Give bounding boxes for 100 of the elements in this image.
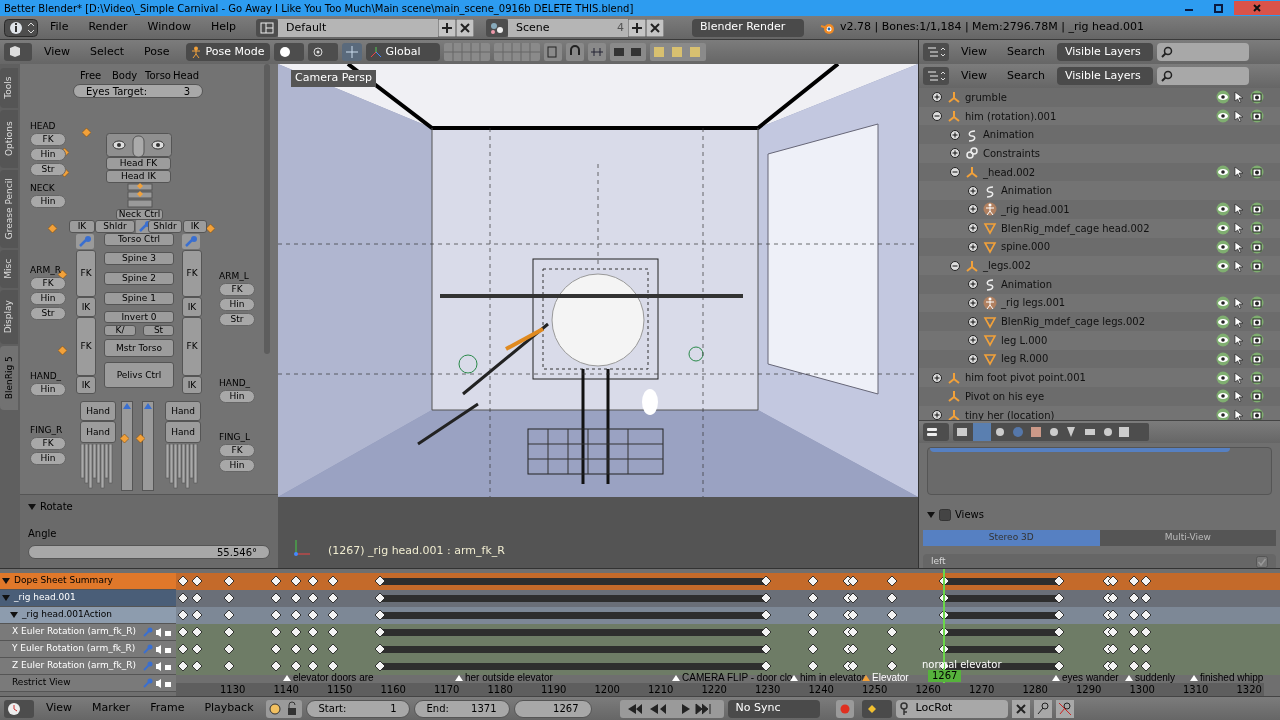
menu-button[interactable]: File bbox=[42, 19, 77, 36]
eye-icon[interactable] bbox=[1216, 258, 1230, 273]
rig-control-button[interactable]: Hand bbox=[165, 421, 201, 443]
scene-field[interactable]: Scene bbox=[508, 18, 607, 37]
camera-icon[interactable] bbox=[1250, 221, 1264, 236]
angle-field[interactable]: 55.546° bbox=[28, 545, 270, 559]
camera-icon[interactable] bbox=[1250, 239, 1264, 254]
range-lock-icon[interactable] bbox=[265, 699, 302, 718]
rig-toggle-button[interactable]: Hin bbox=[219, 459, 255, 472]
eye-icon[interactable] bbox=[1216, 333, 1230, 348]
keyframe-type-icon[interactable] bbox=[861, 699, 892, 718]
outliner-editor-icon[interactable] bbox=[923, 43, 949, 61]
rig-control-button[interactable]: Head IK bbox=[106, 170, 171, 183]
expand-icon[interactable] bbox=[967, 222, 979, 235]
mode-dropdown[interactable]: Pose Mode bbox=[185, 43, 270, 61]
panel-tab[interactable]: Misc bbox=[0, 250, 18, 288]
eye-icon[interactable] bbox=[1216, 239, 1230, 254]
outliner-item[interactable]: Animation bbox=[983, 127, 1280, 143]
outliner-item[interactable]: Animation bbox=[1001, 276, 1280, 292]
info-editor-icon[interactable] bbox=[4, 18, 38, 37]
panel-tab[interactable]: Tools bbox=[0, 68, 18, 108]
close-icon[interactable] bbox=[456, 18, 475, 37]
disclosure-triangle-icon[interactable] bbox=[10, 611, 18, 619]
add-icon[interactable] bbox=[438, 18, 457, 37]
rig-control-button[interactable]: Torso Ctrl bbox=[104, 233, 174, 246]
add-icon[interactable] bbox=[628, 18, 647, 37]
frame-field[interactable]: Start: 1 bbox=[305, 699, 410, 718]
cursor-icon[interactable] bbox=[1234, 352, 1244, 365]
rig-toggle-button[interactable]: Hin bbox=[30, 292, 66, 305]
keying-set-field[interactable]: LocRot bbox=[895, 699, 1008, 718]
channel-row[interactable]: Y Euler Rotation (arm_fk_R) bbox=[0, 641, 176, 658]
expand-icon[interactable] bbox=[949, 147, 961, 160]
shading-icon[interactable] bbox=[273, 43, 304, 61]
menu-button[interactable]: Marker bbox=[84, 700, 139, 717]
menu-button[interactable]: Window bbox=[139, 19, 199, 36]
rig-toggle-button[interactable]: FK bbox=[30, 437, 66, 450]
collapse-icon[interactable] bbox=[949, 166, 961, 179]
eye-icon[interactable] bbox=[1216, 165, 1230, 180]
rig-tab[interactable]: Torso bbox=[145, 68, 171, 83]
disclosure-triangle-icon[interactable] bbox=[2, 594, 10, 602]
expand-icon[interactable] bbox=[967, 352, 979, 365]
menu-button[interactable]: Help bbox=[202, 19, 245, 36]
cursor-icon[interactable] bbox=[1234, 110, 1244, 123]
eye-icon[interactable] bbox=[1216, 408, 1230, 420]
collapse-icon[interactable] bbox=[931, 110, 943, 123]
cursor-icon[interactable] bbox=[1234, 390, 1244, 403]
outliner-editor-icon[interactable] bbox=[923, 67, 949, 85]
timeline-editor-icon[interactable] bbox=[4, 699, 34, 718]
rig-control-button[interactable]: Shldr bbox=[95, 220, 135, 233]
menu-button[interactable]: Pose bbox=[136, 43, 178, 61]
expand-icon[interactable] bbox=[967, 315, 979, 328]
outliner-item[interactable]: spine.000 bbox=[1001, 239, 1216, 255]
rig-toggle-button[interactable]: Hin bbox=[219, 298, 255, 311]
rig-control-button[interactable]: Spine 3 bbox=[104, 252, 174, 265]
rig-control-button[interactable]: Mstr Torso bbox=[104, 339, 174, 357]
view-format-tab[interactable]: Multi-View bbox=[1099, 530, 1276, 546]
rig-tab[interactable]: Free bbox=[80, 68, 102, 83]
channel-row[interactable]: _rig head.001Action bbox=[0, 607, 176, 624]
close-icon[interactable] bbox=[646, 18, 665, 37]
expand-icon[interactable] bbox=[967, 296, 979, 309]
filter-dropdown[interactable]: Visible Layers bbox=[1056, 67, 1153, 85]
rig-toggle-button[interactable]: FK bbox=[219, 444, 255, 457]
rig-control-button[interactable]: FK bbox=[76, 250, 96, 297]
pivot-icon[interactable] bbox=[307, 43, 338, 61]
menu-button[interactable]: View bbox=[953, 67, 996, 85]
orientation-dropdown[interactable]: Global bbox=[365, 43, 440, 61]
eye-icon[interactable] bbox=[1216, 90, 1230, 105]
eye-icon[interactable] bbox=[1216, 109, 1230, 124]
rig-control-button[interactable]: IK bbox=[182, 376, 202, 394]
cursor-icon[interactable] bbox=[1234, 203, 1244, 216]
expand-icon[interactable] bbox=[967, 278, 979, 291]
camera-icon[interactable] bbox=[1250, 389, 1264, 404]
rig-control-button[interactable]: Head FK bbox=[106, 157, 171, 170]
camera-icon[interactable] bbox=[1250, 90, 1264, 105]
rig-control-button[interactable]: Spine 1 bbox=[104, 292, 174, 305]
camera-icon[interactable] bbox=[1250, 408, 1264, 420]
rig-toggle-button[interactable]: FK bbox=[30, 133, 66, 146]
rig-control-button[interactable]: Neck Ctrl bbox=[116, 209, 163, 220]
rig-control-button[interactable]: IK bbox=[69, 220, 95, 233]
outliner-item[interactable]: leg R.000 bbox=[1001, 351, 1216, 367]
cursor-icon[interactable] bbox=[1234, 166, 1244, 179]
rig-control-button[interactable]: FK bbox=[182, 250, 202, 297]
render-engine-dropdown[interactable]: Blender Render bbox=[692, 18, 805, 37]
expand-icon[interactable] bbox=[931, 409, 943, 420]
rig-toggle-button[interactable]: Hin bbox=[30, 452, 66, 465]
channel-toggles-icon[interactable] bbox=[142, 660, 172, 672]
rig-control-button[interactable]: Pelivs Ctrl bbox=[104, 362, 174, 388]
outliner-item[interactable]: BlenRig_mdef_cage legs.002 bbox=[1001, 314, 1216, 330]
editor-type-icon[interactable] bbox=[4, 43, 32, 61]
expand-icon[interactable] bbox=[967, 334, 979, 347]
snap-icon[interactable] bbox=[587, 43, 606, 61]
disclosure-triangle-icon[interactable] bbox=[2, 577, 10, 585]
channel-row[interactable]: Restrict View bbox=[0, 675, 176, 692]
eye-icon[interactable] bbox=[1216, 314, 1230, 329]
frame-field[interactable]: End: 1371 bbox=[413, 699, 510, 718]
menu-button[interactable]: View bbox=[38, 700, 81, 717]
channel-row[interactable]: _rig head.001 bbox=[0, 590, 176, 607]
rig-control-button[interactable]: IK bbox=[76, 376, 96, 394]
eye-icon[interactable] bbox=[1216, 202, 1230, 217]
channel-row[interactable]: Z Euler Rotation (arm_fk_R) bbox=[0, 658, 176, 675]
